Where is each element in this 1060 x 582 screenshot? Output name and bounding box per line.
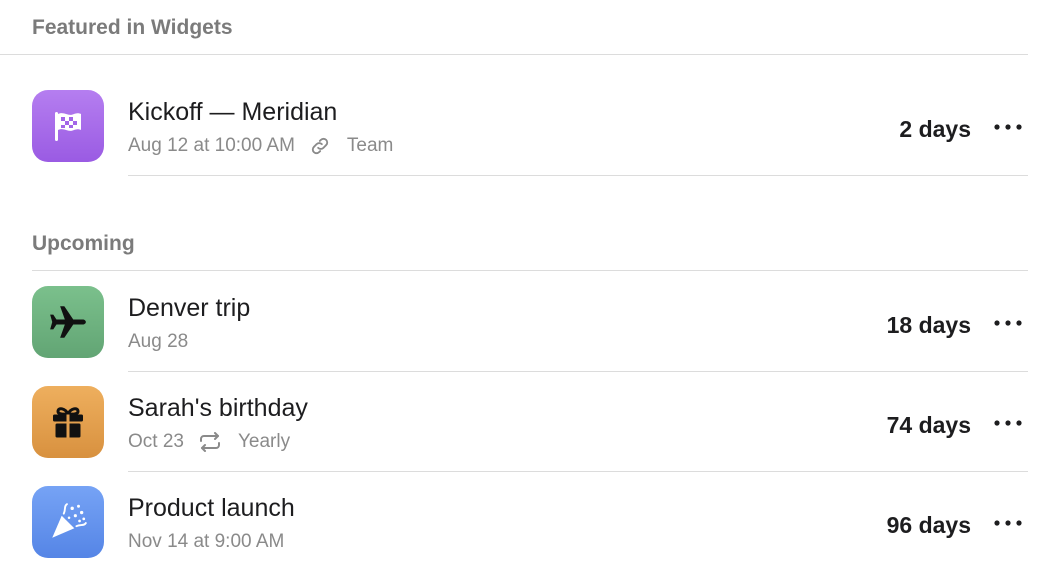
event-row-sarahs-birthday[interactable]: Sarah's birthday Oct 23 Yearly 74 days	[0, 372, 1060, 472]
gift-icon	[32, 386, 104, 458]
event-title: Denver trip	[128, 294, 251, 322]
countdown-label: 74 days	[886, 412, 971, 438]
countdown-label: 18 days	[886, 312, 971, 338]
event-meta-label: Yearly	[237, 431, 291, 452]
more-options-button[interactable]	[988, 112, 1028, 142]
event-subtitle: Aug 12 at 10:00 AM Team	[128, 135, 393, 157]
checkered-flag-icon	[32, 90, 104, 162]
ellipsis-icon	[994, 520, 1022, 526]
event-date: Nov 14 at 9:00 AM	[128, 531, 285, 552]
event-meta-label: Team	[346, 135, 394, 156]
upcoming-header-divider	[32, 270, 1028, 271]
event-title: Product launch	[128, 494, 295, 522]
ellipsis-icon	[994, 320, 1022, 326]
event-title: Kickoff — Meridian	[128, 98, 338, 126]
event-row-kickoff[interactable]: Kickoff — Meridian Aug 12 at 10:00 AM Te…	[0, 76, 1060, 176]
more-options-button[interactable]	[988, 508, 1028, 538]
more-options-button[interactable]	[988, 408, 1028, 438]
ellipsis-icon	[994, 420, 1022, 426]
repeat-icon	[198, 432, 222, 452]
event-date: Aug 28	[128, 331, 189, 352]
ellipsis-icon	[994, 124, 1022, 130]
more-options-button[interactable]	[988, 308, 1028, 338]
event-date: Aug 12 at 10:00 AM	[128, 135, 295, 156]
featured-section-header: Featured in Widgets	[32, 16, 233, 39]
featured-header-divider	[0, 54, 1028, 55]
airplane-icon	[32, 286, 104, 358]
upcoming-section-header: Upcoming	[32, 232, 135, 255]
countdown-label: 96 days	[886, 512, 971, 538]
party-popper-icon	[32, 486, 104, 558]
event-title: Sarah's birthday	[128, 394, 308, 422]
link-icon	[309, 135, 331, 157]
event-subtitle: Oct 23 Yearly	[128, 431, 290, 453]
countdown-label: 2 days	[899, 116, 971, 142]
event-date: Oct 23	[128, 431, 184, 452]
event-subtitle: Aug 28	[128, 331, 188, 353]
event-row-denver-trip[interactable]: Denver trip Aug 28 18 days	[0, 272, 1060, 372]
event-row-product-launch[interactable]: Product launch Nov 14 at 9:00 AM 96 days	[0, 472, 1060, 572]
event-subtitle: Nov 14 at 9:00 AM	[128, 531, 284, 553]
row-divider	[128, 175, 1028, 176]
